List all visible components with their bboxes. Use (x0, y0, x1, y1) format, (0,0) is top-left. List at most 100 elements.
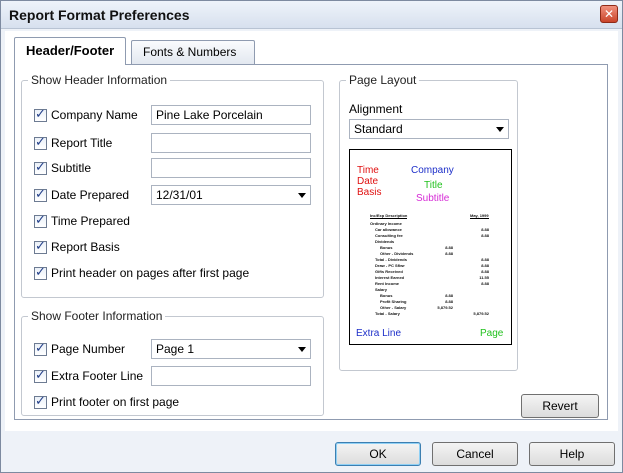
report-title-row: Report Title (34, 133, 112, 153)
alignment-value: Standard (354, 122, 403, 136)
chevron-down-icon (496, 127, 504, 132)
dialog-title: Report Format Preferences (9, 7, 190, 23)
date-prepared-checkbox[interactable] (34, 187, 47, 202)
preview-line-label: Total - Dividends (375, 257, 407, 262)
report-title-checkbox[interactable] (34, 135, 47, 150)
page-layout-legend: Page Layout (346, 73, 420, 87)
company-name-checkbox[interactable] (34, 107, 47, 122)
ok-button[interactable]: OK (335, 442, 421, 466)
preview-line-label: Ordinary Income (370, 221, 402, 226)
time-prepared-checkbox[interactable] (34, 213, 47, 228)
close-button[interactable]: ✕ (600, 5, 618, 23)
print-footer-label: Print footer on first page (51, 395, 180, 409)
layout-preview: Time Date Basis Company Title Subtitle I… (349, 149, 512, 345)
preview-line-label: Total - Salary (375, 311, 400, 316)
print-header-checkbox[interactable] (34, 265, 47, 280)
date-prepared-row: Date Prepared (34, 185, 129, 205)
preview-line-label: Salary (375, 287, 388, 292)
preview-line-amount: 8.88 (445, 245, 453, 250)
extra-footer-label: Extra Footer Line (51, 369, 144, 383)
preview-company: Company (411, 165, 454, 176)
extra-footer-row: Extra Footer Line (34, 366, 143, 386)
print-header-row: Print header on pages after first page (34, 263, 249, 283)
company-name-row: Company Name (34, 105, 138, 125)
chevron-down-icon (298, 347, 306, 352)
cancel-button[interactable]: Cancel (432, 442, 518, 466)
tab-panel: Show Header Information Company Name Pin… (14, 64, 608, 420)
preview-date: Date (357, 176, 379, 187)
preview-line-amount: 8.88 (445, 293, 453, 298)
preview-line-amount: 8.88 (481, 269, 489, 274)
chevron-down-icon (298, 193, 306, 198)
time-prepared-row: Time Prepared (34, 211, 130, 231)
preview-line-label: Dividends (375, 239, 395, 244)
preview-line-label: Other - Dividends (380, 251, 414, 256)
subtitle-label: Subtitle (51, 161, 92, 175)
tab-fonts-numbers[interactable]: Fonts & Numbers (131, 40, 255, 64)
date-prepared-label: Date Prepared (51, 188, 130, 202)
preview-line-amount: 5,879.52 (437, 305, 453, 310)
preview-line-amount: 8.88 (481, 263, 489, 268)
print-footer-row: Print footer on first page (34, 392, 179, 412)
report-title-label: Report Title (51, 136, 113, 150)
print-footer-checkbox[interactable] (34, 394, 47, 409)
help-button[interactable]: Help (529, 442, 615, 466)
header-group-legend: Show Header Information (28, 73, 171, 87)
preview-extra-line: Extra Line (356, 328, 402, 339)
subtitle-field[interactable] (151, 158, 311, 178)
page-number-checkbox[interactable] (34, 341, 47, 356)
preview-line-label: Other - Salary (380, 305, 407, 310)
company-name-field[interactable]: Pine Lake Porcelain (151, 105, 311, 125)
preview-basis: Basis (357, 187, 382, 198)
time-prepared-label: Time Prepared (51, 214, 130, 228)
preview-line-label: Interest Earned (375, 275, 405, 280)
date-prepared-dropdown[interactable]: 12/31/01 (151, 185, 311, 205)
extra-footer-checkbox[interactable] (34, 368, 47, 383)
preview-table-header-left: Inc/Exp Description (370, 213, 408, 219)
preview-line-label: Bonus (380, 293, 393, 298)
preview-line-amount: 8.88 (445, 251, 453, 256)
preview-line-amount: 8.88 (481, 227, 489, 232)
report-basis-checkbox[interactable] (34, 239, 47, 254)
tab-header-footer-label: Header/Footer (26, 43, 115, 58)
preview-line-label: Car allowance (375, 227, 402, 232)
title-bar: Report Format Preferences ✕ (1, 1, 622, 29)
print-header-label: Print header on pages after first page (51, 266, 250, 280)
preview-subtitle: Subtitle (416, 193, 450, 204)
preview-title: Title (424, 180, 443, 191)
page-number-dropdown[interactable]: Page 1 (151, 339, 311, 359)
preview-line-amount: 8.88 (445, 299, 453, 304)
dialog-content: Header/Footer Fonts & Numbers Show Heade… (5, 31, 618, 431)
preview-line-amount: 8.88 (481, 257, 489, 262)
subtitle-checkbox[interactable] (34, 160, 47, 175)
company-name-label: Company Name (51, 108, 138, 122)
preview-line-label: Draw - PC Sflwr (375, 263, 405, 268)
preview-line-label: Gifts Received (375, 269, 403, 274)
alignment-label: Alignment (349, 102, 403, 116)
page-number-row: Page Number (34, 339, 125, 359)
extra-footer-field[interactable] (151, 366, 311, 386)
tab-header-footer[interactable]: Header/Footer (14, 37, 127, 65)
page-number-value: Page 1 (156, 342, 195, 356)
preview-line-label: Rent Income (375, 281, 400, 286)
preview-line-amount: 11.55 (479, 275, 489, 280)
preview-line-amount: 8.88 (481, 281, 489, 286)
page-number-label: Page Number (51, 342, 126, 356)
report-basis-label: Report Basis (51, 240, 120, 254)
report-title-field[interactable] (151, 133, 311, 153)
dialog-window: Report Format Preferences ✕ Header/Foote… (0, 0, 623, 473)
alignment-dropdown[interactable]: Standard (349, 119, 509, 139)
preview-line-label: Bonus (380, 245, 393, 250)
preview-line-label: Profit Sharing (380, 299, 407, 304)
preview-line-label: Consulting fee (375, 233, 403, 238)
preview-page: Page (480, 328, 504, 339)
report-basis-row: Report Basis (34, 237, 120, 257)
tab-fonts-numbers-label: Fonts & Numbers (143, 45, 237, 59)
preview-time: Time (357, 165, 379, 176)
date-prepared-value: 12/31/01 (156, 188, 203, 202)
preview-line-amount: 5,879.52 (473, 311, 489, 316)
preview-table-header-right: May, 1999 (470, 213, 489, 219)
preview-line-amount: 8.88 (481, 233, 489, 238)
revert-button[interactable]: Revert (521, 394, 599, 418)
subtitle-row: Subtitle (34, 158, 91, 178)
